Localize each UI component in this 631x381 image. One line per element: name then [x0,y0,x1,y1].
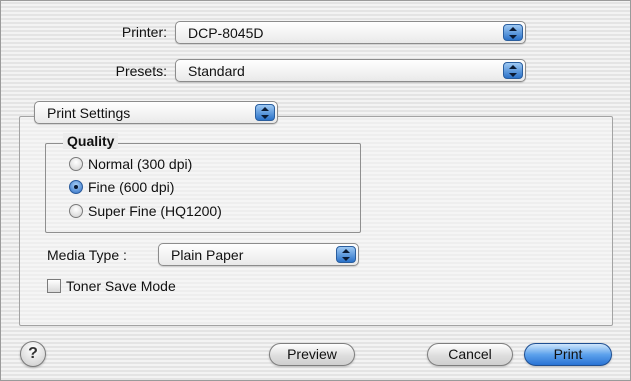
toner-save-checkbox-row[interactable]: Toner Save Mode [47,278,176,294]
up-down-arrows-icon [503,24,523,41]
print-dialog: Printer: DCP-8045D Presets: Standard Pri… [0,0,631,381]
printer-popup[interactable]: DCP-8045D [175,21,526,44]
radio-button-selected[interactable] [69,180,83,194]
media-type-popup[interactable]: Plain Paper [158,243,359,266]
pane-selector-value: Print Settings [47,105,131,121]
quality-option-label: Super Fine (HQ1200) [88,203,222,219]
media-type-value: Plain Paper [171,247,244,263]
print-button[interactable]: Print [524,343,612,366]
quality-option-label: Normal (300 dpi) [88,156,193,172]
printer-value: DCP-8045D [188,25,264,41]
presets-popup[interactable]: Standard [175,59,526,82]
presets-value: Standard [188,63,245,79]
toner-save-label: Toner Save Mode [66,278,176,294]
up-down-arrows-icon [503,62,523,79]
quality-option-label: Fine (600 dpi) [88,179,175,195]
pane-selector-popup[interactable]: Print Settings [34,101,278,124]
toner-save-checkbox[interactable] [47,279,61,293]
quality-option-normal[interactable]: Normal (300 dpi) [69,156,192,172]
quality-group-title: Quality [63,133,119,149]
radio-button[interactable] [69,157,83,171]
quality-option-fine[interactable]: Fine (600 dpi) [69,179,174,195]
cancel-button[interactable]: Cancel [427,343,513,366]
help-button[interactable]: ? [20,341,46,367]
media-type-label: Media Type : [47,247,127,263]
radio-button[interactable] [69,204,83,218]
printer-label: Printer: [121,24,167,40]
presets-label: Presets: [115,63,167,79]
quality-option-super-fine[interactable]: Super Fine (HQ1200) [69,203,222,219]
up-down-arrows-icon [255,104,275,121]
preview-button[interactable]: Preview [269,343,355,366]
up-down-arrows-icon [336,246,356,263]
